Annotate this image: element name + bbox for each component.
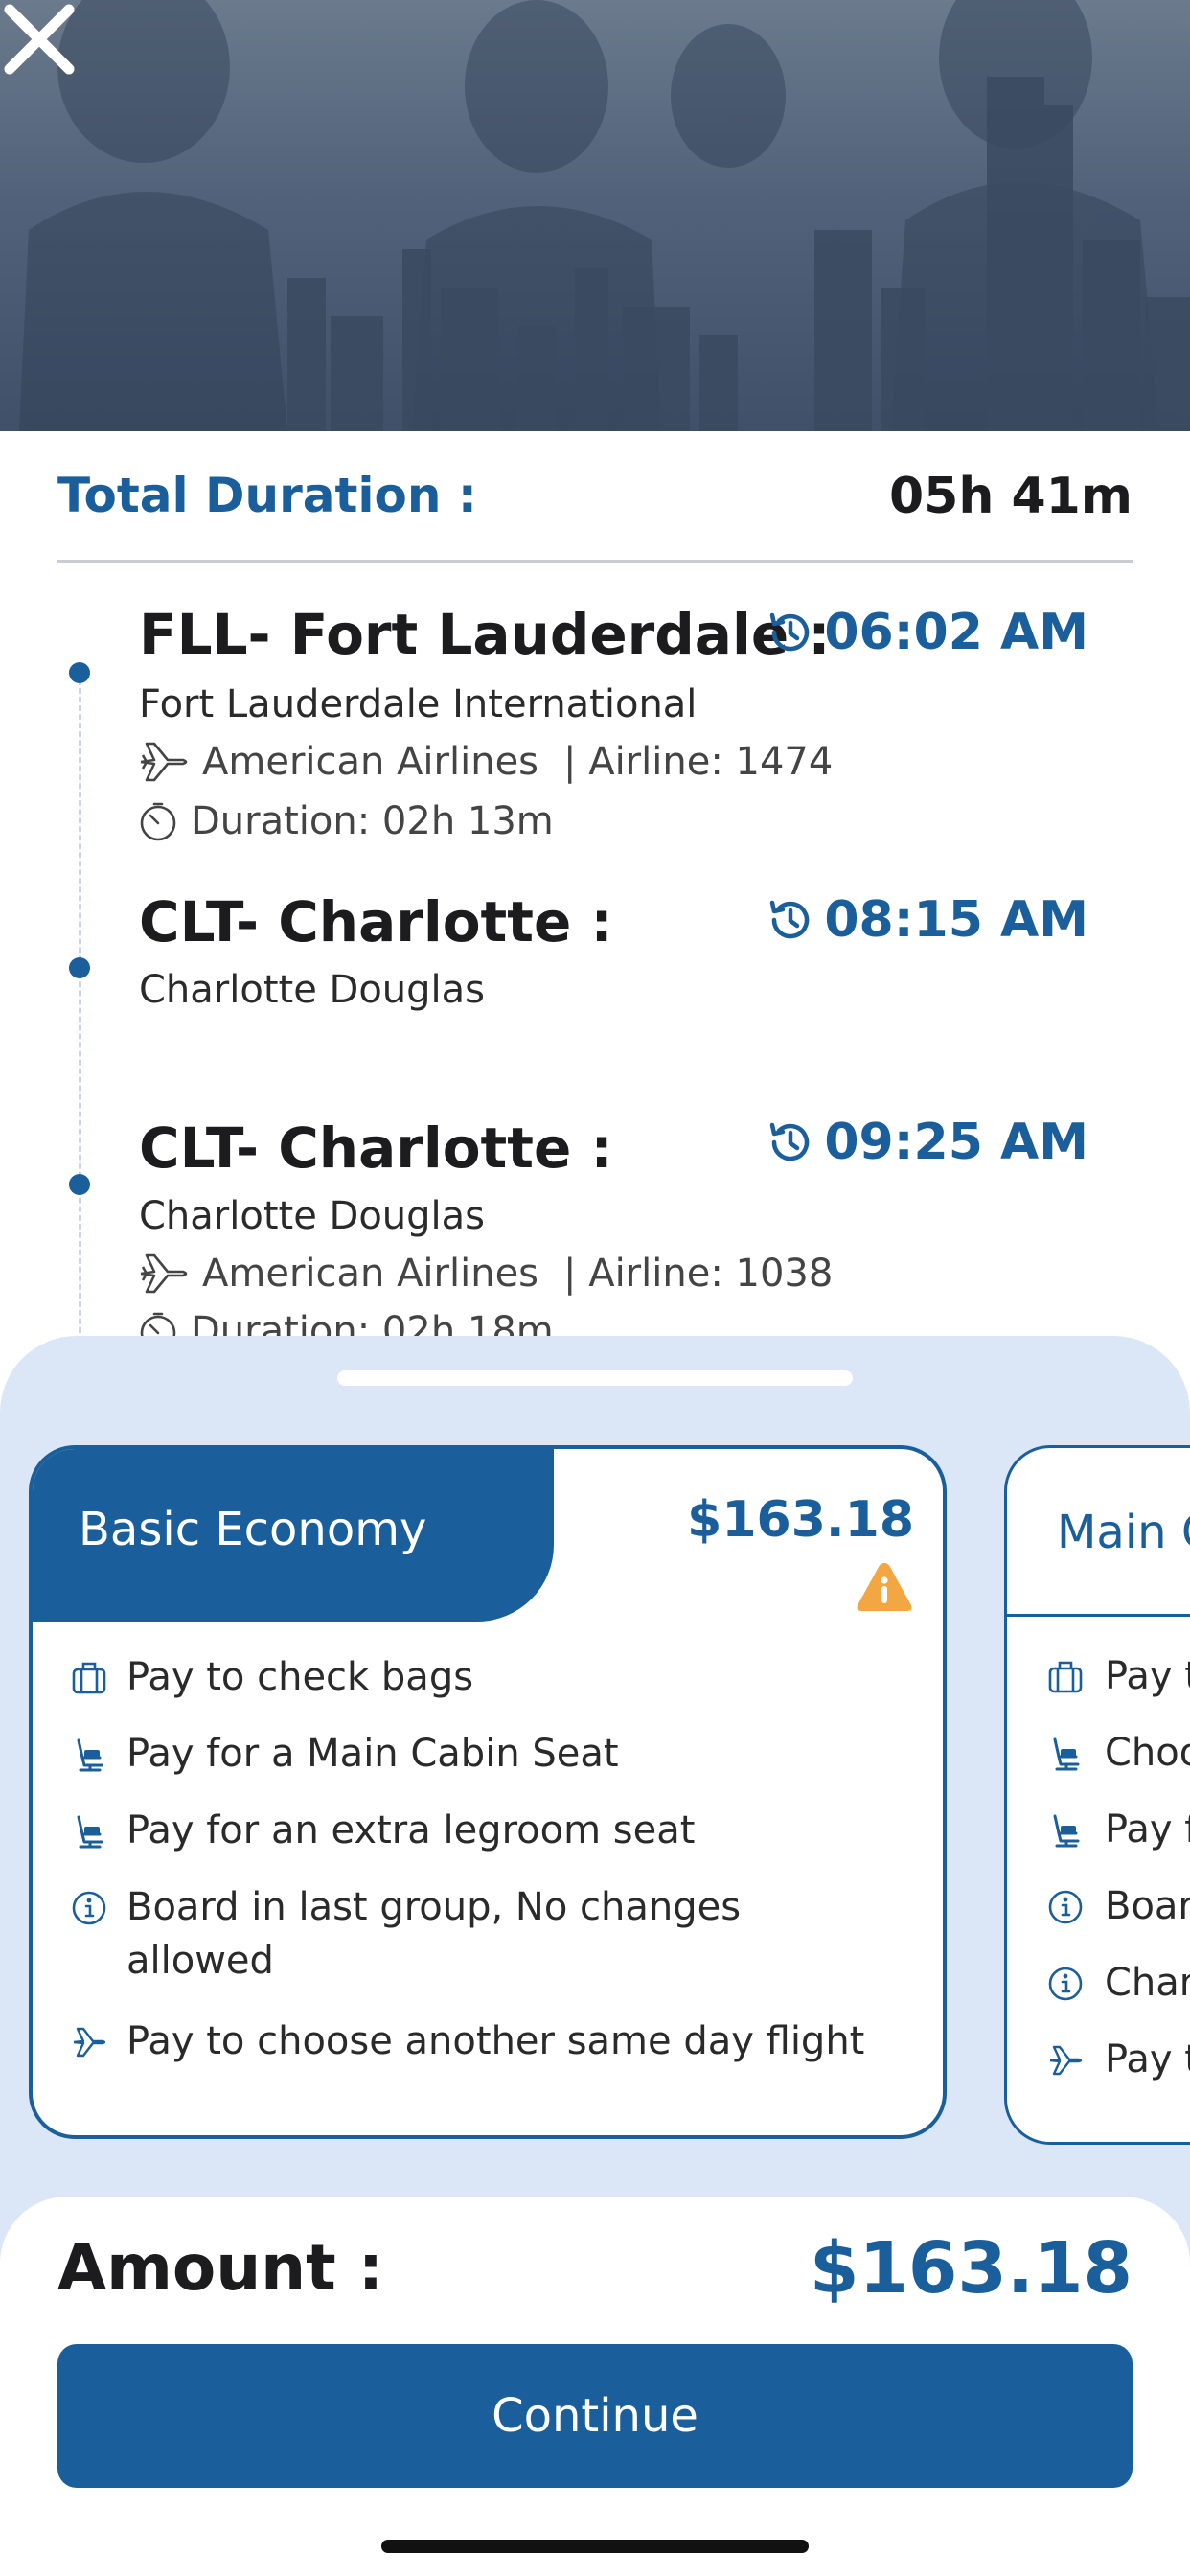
airline-name: American Airlines: [202, 1252, 539, 1296]
total-duration-value: 05h 41m: [888, 468, 1133, 525]
arrival-airport: Charlotte Douglas: [139, 968, 485, 1012]
timeline-dot: [69, 957, 90, 978]
fare-feature-text: Board in last group, No changes allowed: [126, 1885, 742, 1983]
arrival-time: 08:15 AM: [765, 891, 1088, 949]
fare-feature-text: Char: [1105, 1961, 1190, 2005]
fare-feature: Pay to choose another same day flight: [71, 2014, 864, 2068]
timeline-dot: [69, 1174, 90, 1195]
plane-icon: [140, 742, 188, 782]
skyline-silhouette-image: [19, 0, 1190, 431]
departure-time: 09:25 AM: [765, 1114, 1088, 1171]
arrival-city: CLT- Charlotte :: [139, 889, 613, 954]
plane-icon: [140, 1254, 188, 1294]
fare-feature: Pay for a Main Cabin Seat: [71, 1727, 619, 1781]
checkout-footer: Amount : $163.18 Continue: [0, 2196, 1190, 2576]
info-icon: [1048, 1966, 1083, 2001]
flight-details-screen: Total Duration : 05h 41m FLL- Fort Laude…: [0, 0, 1190, 2576]
info-icon: [1048, 1890, 1083, 1924]
fare-card-main-cabin[interactable]: Main C Pay t Choo: [1004, 1445, 1190, 2145]
fare-feature: Board in last group, No changes allowed: [71, 1880, 799, 1988]
fare-feature: Pay f: [1047, 1803, 1190, 1856]
hero-banner: [0, 0, 1190, 431]
clock-history-icon: [770, 612, 810, 652]
home-indicator: [381, 2540, 809, 2553]
warning-icon[interactable]: [855, 1560, 914, 1614]
fare-feature-text: Choo: [1105, 1731, 1190, 1775]
divider: [57, 560, 1133, 563]
fare-feature-text: Pay t: [1105, 1654, 1190, 1698]
total-duration-row: Total Duration : 05h 41m: [57, 460, 1133, 537]
fare-feature-text: Pay for a Main Cabin Seat: [126, 1732, 619, 1776]
departure-time: 06:02 AM: [765, 604, 1088, 661]
timer-icon: [140, 802, 176, 841]
departure-city: CLT- Charlotte :: [139, 1116, 613, 1181]
fare-feature: Pay for an extra legroom seat: [71, 1804, 695, 1857]
airline-name: American Airlines: [202, 740, 539, 784]
clock-history-icon: [770, 900, 810, 939]
seat-icon: [77, 1815, 103, 1849]
departure-airport: Charlotte Douglas: [139, 1194, 485, 1238]
fare-feature-text: Pay to check bags: [126, 1655, 474, 1699]
fare-card-basic-economy[interactable]: Basic Economy $163.18 Pay to check bags: [29, 1445, 947, 2139]
fare-name: Basic Economy: [79, 1503, 427, 1556]
departure-airport: Fort Lauderdale International: [139, 682, 698, 726]
luggage-icon: [72, 1662, 106, 1694]
plane-icon: [1049, 2045, 1083, 2076]
total-duration-label: Total Duration :: [57, 468, 477, 523]
fare-feature: Boar: [1047, 1879, 1190, 1933]
info-icon: [72, 1891, 106, 1925]
fare-name: Main C: [1057, 1506, 1190, 1559]
fare-feature: Char: [1047, 1956, 1190, 2010]
fare-feature-text: Pay to choose another same day flight: [126, 2019, 865, 2063]
close-icon[interactable]: [0, 0, 79, 79]
fare-card-header: Basic Economy: [33, 1449, 554, 1622]
luggage-icon: [1048, 1661, 1083, 1693]
seat-icon: [1053, 1814, 1080, 1848]
fare-feature: Pay t: [1047, 2033, 1190, 2086]
fare-feature-text: Boar: [1105, 1884, 1190, 1928]
continue-button[interactable]: Continue: [57, 2344, 1133, 2488]
timeline-connector: [79, 671, 81, 1342]
amount-value: $163.18: [809, 2227, 1133, 2310]
fare-card-header: Main C: [1007, 1448, 1190, 1617]
duration-row: Duration: 02h 13m: [137, 799, 554, 843]
fare-feature-text: Pay for an extra legroom seat: [126, 1808, 696, 1852]
fare-feature-text: Pay f: [1105, 1807, 1190, 1852]
fare-feature-text: Pay t: [1105, 2037, 1190, 2082]
arrival-time-text: 08:15 AM: [824, 891, 1088, 949]
fare-price: $163.18: [687, 1491, 914, 1549]
plane-icon: [73, 2027, 106, 2058]
fare-feature: Choo: [1047, 1726, 1190, 1780]
airline-row: American Airlines | Airline: 1038: [137, 1252, 833, 1296]
seat-icon: [77, 1738, 103, 1772]
segment-duration: Duration: 02h 13m: [191, 799, 554, 843]
fare-feature: Pay t: [1047, 1649, 1190, 1703]
timeline-dot: [69, 662, 90, 683]
seat-icon: [1053, 1737, 1080, 1771]
fare-feature: Pay to check bags: [71, 1650, 473, 1704]
sheet-drag-handle[interactable]: [337, 1370, 853, 1386]
departure-city: FLL- Fort Lauderdale :: [139, 602, 831, 667]
departure-time-text: 09:25 AM: [824, 1114, 1088, 1171]
clock-history-icon: [770, 1122, 810, 1162]
amount-label: Amount :: [57, 2231, 384, 2305]
flight-number: | Airline: 1038: [563, 1252, 834, 1296]
airline-row: American Airlines | Airline: 1474: [137, 740, 833, 784]
flight-number: | Airline: 1474: [563, 740, 834, 784]
departure-time-text: 06:02 AM: [824, 604, 1088, 661]
